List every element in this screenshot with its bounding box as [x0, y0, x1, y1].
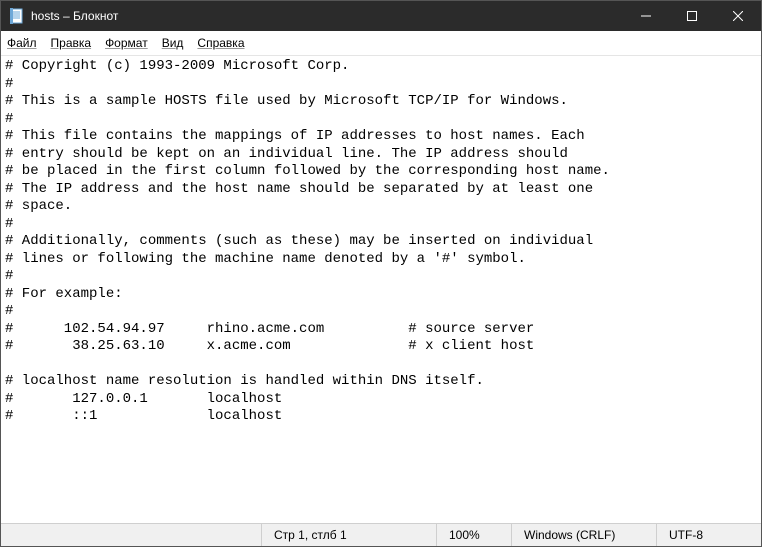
status-zoom: 100%	[436, 524, 511, 546]
statusbar: Стр 1, стлб 1 100% Windows (CRLF) UTF-8	[1, 523, 761, 546]
menu-file[interactable]: Файл	[7, 36, 37, 50]
text-editor[interactable]: # Copyright (c) 1993-2009 Microsoft Corp…	[1, 56, 761, 523]
status-spacer	[1, 524, 261, 546]
menubar: Файл Правка Формат Вид Справка	[1, 31, 761, 56]
minimize-button[interactable]	[623, 1, 669, 31]
close-button[interactable]	[715, 1, 761, 31]
menu-view[interactable]: Вид	[162, 36, 184, 50]
menu-edit[interactable]: Правка	[51, 36, 92, 50]
app-icon	[9, 8, 25, 24]
notepad-window: hosts – Блокнот Файл Правка Формат Вид С…	[0, 0, 762, 547]
maximize-button[interactable]	[669, 1, 715, 31]
menu-help[interactable]: Справка	[197, 36, 244, 50]
titlebar[interactable]: hosts – Блокнот	[1, 1, 761, 31]
window-title: hosts – Блокнот	[31, 9, 118, 23]
menu-format[interactable]: Формат	[105, 36, 148, 50]
status-encoding: UTF-8	[656, 524, 761, 546]
editor-content[interactable]: # Copyright (c) 1993-2009 Microsoft Corp…	[5, 58, 757, 426]
status-position: Стр 1, стлб 1	[261, 524, 436, 546]
status-line-ending: Windows (CRLF)	[511, 524, 656, 546]
